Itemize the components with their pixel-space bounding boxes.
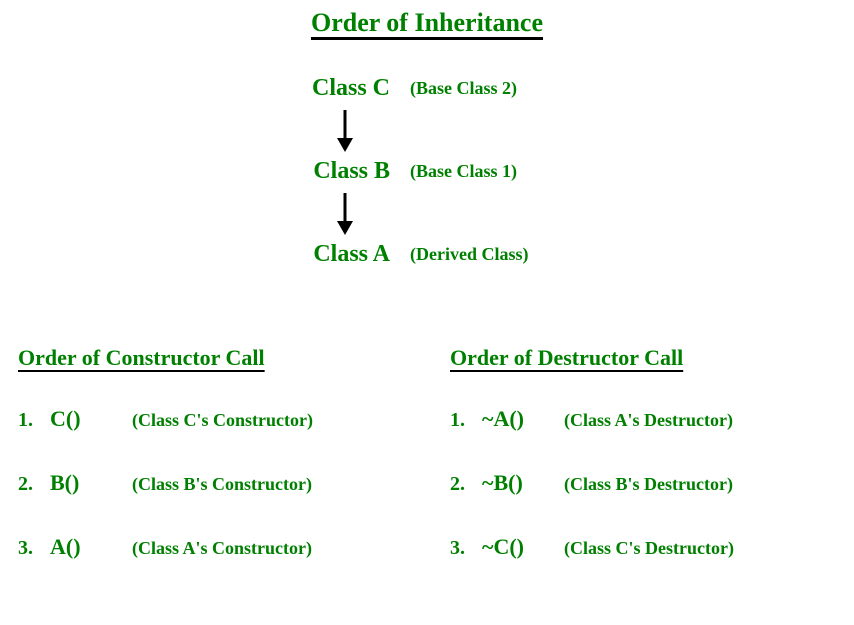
class-name-b: Class B: [280, 158, 390, 185]
item-number: 3.: [18, 537, 38, 560]
main-title: Order of Inheritance: [311, 8, 543, 38]
item-desc: (Class A's Constructor): [132, 538, 312, 559]
list-item: 2. B() (Class B's Constructor): [18, 470, 313, 496]
destructor-section: Order of Destructor Call 1. ~A() (Class …: [450, 345, 734, 598]
item-number: 2.: [18, 473, 38, 496]
item-desc: (Class B's Constructor): [132, 474, 312, 495]
item-name: C(): [50, 406, 110, 432]
destructor-title: Order of Destructor Call: [450, 345, 734, 371]
item-name: A(): [50, 534, 110, 560]
list-item: 1. ~A() (Class A's Destructor): [450, 406, 734, 432]
list-item: 3. A() (Class A's Constructor): [18, 534, 313, 560]
item-number: 2.: [450, 473, 470, 496]
item-desc: (Class C's Constructor): [132, 410, 313, 431]
class-desc-a: (Derived Class): [410, 244, 528, 265]
item-name: B(): [50, 470, 110, 496]
item-number: 1.: [18, 409, 38, 432]
class-desc-b: (Base Class 1): [410, 161, 517, 182]
down-arrow-icon: [335, 193, 355, 235]
item-desc: (Class A's Destructor): [564, 410, 733, 431]
class-desc-c: (Base Class 2): [410, 78, 517, 99]
item-number: 3.: [450, 537, 470, 560]
constructor-list: 1. C() (Class C's Constructor) 2. B() (C…: [18, 406, 313, 560]
destructor-list: 1. ~A() (Class A's Destructor) 2. ~B() (…: [450, 406, 734, 560]
hierarchy-row: Class A (Derived Class): [280, 241, 680, 268]
inheritance-hierarchy: Class C (Base Class 2) Class B (Base Cla…: [280, 75, 680, 276]
item-name: ~A(): [482, 406, 542, 432]
item-desc: (Class B's Destructor): [564, 474, 733, 495]
down-arrow-icon: [335, 110, 355, 152]
class-name-c: Class C: [280, 75, 390, 102]
list-item: 1. C() (Class C's Constructor): [18, 406, 313, 432]
item-desc: (Class C's Destructor): [564, 538, 734, 559]
item-number: 1.: [450, 409, 470, 432]
item-name: ~C(): [482, 534, 542, 560]
hierarchy-row: Class C (Base Class 2): [280, 75, 680, 102]
item-name: ~B(): [482, 470, 542, 496]
list-item: 2. ~B() (Class B's Destructor): [450, 470, 734, 496]
constructor-section: Order of Constructor Call 1. C() (Class …: [18, 345, 313, 598]
hierarchy-row: Class B (Base Class 1): [280, 158, 680, 185]
class-name-a: Class A: [280, 241, 390, 268]
constructor-title: Order of Constructor Call: [18, 345, 313, 371]
list-item: 3. ~C() (Class C's Destructor): [450, 534, 734, 560]
